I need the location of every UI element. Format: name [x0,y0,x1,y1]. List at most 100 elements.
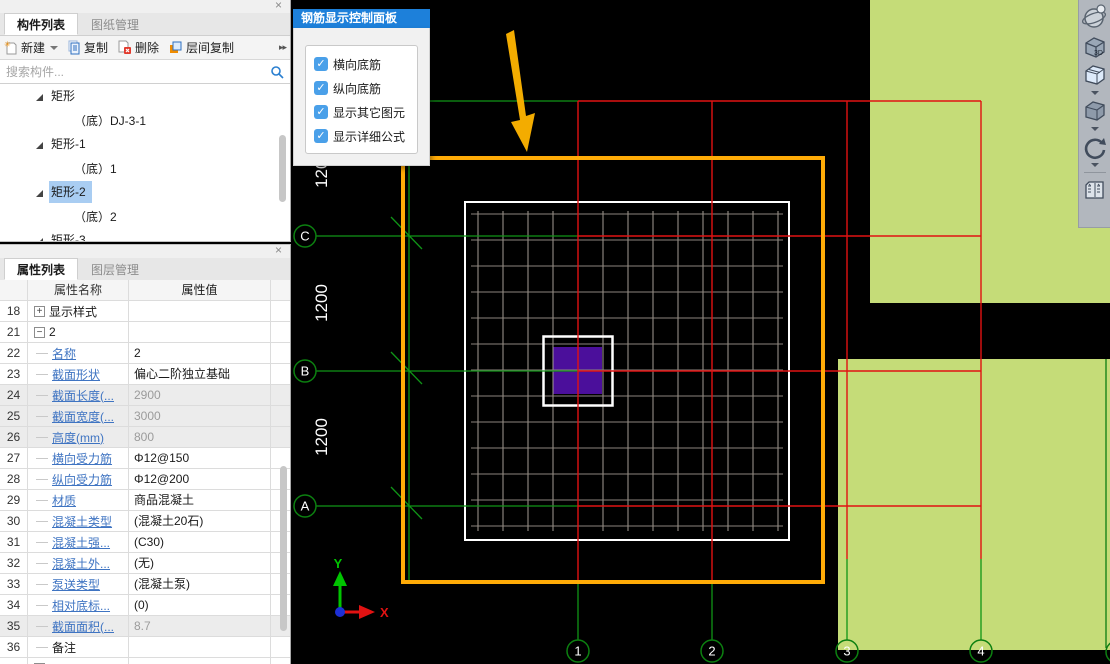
table-row[interactable]: 34 相对底标... (0) [0,595,290,616]
tree-group-row-selected[interactable]: 矩形-2 [0,180,290,204]
checkbox-row-show-detailed-formula[interactable]: ✓ 显示详细公式 [314,124,417,148]
tree-child-label[interactable]: （底）2 [74,208,117,225]
copy-button-label: 复制 [84,41,109,55]
table-row[interactable]: 22 名称 2 [0,343,290,364]
row-number-header [0,280,28,300]
checkbox-row-show-other-elements[interactable]: ✓ 显示其它图元 [314,100,417,124]
chevron-down-icon[interactable] [1090,91,1099,95]
checkbox-checked-icon[interactable]: ✓ [314,57,328,71]
table-row-readonly[interactable]: 25 截面宽度(... 3000 [0,406,290,427]
table-row-readonly[interactable]: 35 截面面积(... 8.7 [0,616,290,637]
tree-group-label[interactable]: 矩形-1 [49,133,92,155]
copy-icon [68,40,80,55]
table-row-readonly[interactable]: 26 高度(mm) 800 [0,427,290,448]
tab-layer-management[interactable]: 图层管理 [78,258,153,280]
copy-button[interactable]: 复制 [67,39,108,56]
tree-line [36,457,48,459]
expand-triangle-icon[interactable] [36,141,43,149]
checkbox-row-vertical-bottom-rebar[interactable]: ✓ 纵向底筋 [314,76,417,100]
close-icon[interactable]: × [275,0,282,12]
tree-child-label[interactable]: （底）1 [74,160,117,177]
floor-copy-button[interactable]: 层间复制 [168,39,234,56]
new-button[interactable]: ✳ 新建 [4,39,59,56]
solid-cube-icon[interactable] [1082,99,1108,125]
table-row[interactable]: 23 截面形状 偏心二阶独立基础 [0,364,290,385]
table-row[interactable]: 21 −2 [0,322,290,343]
search-icon[interactable] [270,65,284,79]
tree-group-row[interactable]: 矩形-1 [0,132,290,156]
chevron-down-icon[interactable] [1090,163,1099,167]
new-button-label: 新建 [21,41,46,55]
tree-line [36,394,48,396]
table-row[interactable]: 28 纵向受力筋 Φ12@200 [0,469,290,490]
table-row[interactable]: 30 混凝土类型 (混凝土20石) [0,511,290,532]
svg-text:✳: ✳ [4,40,11,49]
axis-label-c: C [300,229,309,244]
table-row-clipped[interactable]: + [0,658,290,664]
delete-button[interactable]: 删除 [117,39,159,56]
checkbox-row-horizontal-bottom-rebar[interactable]: ✓ 横向底筋 [314,52,417,76]
toolbar-overflow-button[interactable]: ▸▸ [279,42,287,53]
toolbar-separator [1083,172,1106,173]
table-row-readonly[interactable]: 24 截面长度(... 2900 [0,385,290,406]
tree-line [36,541,48,543]
expand-plus-icon[interactable]: + [34,305,45,317]
tree-line [36,352,48,354]
table-row[interactable]: 33 泵送类型 (混凝土泵) [0,574,290,595]
tree-child-row[interactable]: （底）DJ-3-1 [0,108,290,132]
checkbox-checked-icon[interactable]: ✓ [314,105,328,119]
axis-label-4: 4 [977,644,984,659]
tab-component-list[interactable]: 构件列表 [4,13,79,35]
rebar-panel-title[interactable]: 钢筋显示控制面板 [293,9,430,28]
wireframe-cube-icon[interactable] [1082,63,1108,89]
view-3d-icon[interactable]: 3D [1082,34,1108,60]
delete-icon [118,40,132,54]
property-panel-tabs: 属性列表 图层管理 [0,258,290,281]
tree-line [36,520,48,522]
tree-line [36,415,48,417]
tree-child-row[interactable]: （底）2 [0,204,290,228]
slab-block-bottom-right[interactable] [838,359,1110,650]
checkbox-checked-icon[interactable]: ✓ [314,129,328,143]
table-row[interactable]: 31 混凝土强... (C30) [0,532,290,553]
tree-group-label[interactable]: 矩形 [49,85,81,107]
tree-group-row[interactable]: 矩形 [0,84,290,108]
component-list-panel: × 构件列表 图纸管理 ✳ 新建 复制 删除 层间复制 ▸▸ 搜索构件... 矩… [0,0,291,242]
axis-label-2: 2 [708,644,715,659]
tree-line [36,499,48,501]
rebar-checkbox-group: ✓ 横向底筋 ✓ 纵向底筋 ✓ 显示其它图元 ✓ 显示详细公式 [305,45,418,154]
tree-group-row-clipped[interactable]: 矩形-3 [0,228,290,241]
view-3d-label: 3D [1094,50,1103,57]
rotate-view-icon[interactable] [1082,135,1108,161]
tree-scrollbar-thumb[interactable] [279,135,286,202]
axis-label-1: 1 [574,644,581,659]
collapse-minus-icon[interactable]: − [34,326,45,338]
search-input[interactable] [0,60,265,83]
tree-child-label[interactable]: （底）DJ-3-1 [74,112,146,129]
table-row[interactable]: 29 材质 商品混凝土 [0,490,290,511]
tree-child-row[interactable]: （底）1 [0,156,290,180]
expand-triangle-icon[interactable] [36,189,43,197]
orbit-view-icon[interactable] [1081,3,1108,31]
table-row[interactable]: 32 混凝土外... (无) [0,553,290,574]
floor-copy-icon [170,41,182,53]
calc-settings-panel-icon[interactable] [1082,178,1108,204]
property-scrollbar-thumb[interactable] [280,466,287,631]
table-row[interactable]: 18 + 显示样式 [0,301,290,322]
tree-group-label-selected[interactable]: 矩形-2 [49,181,92,203]
tree-group-label[interactable]: 矩形-3 [49,229,92,241]
table-row[interactable]: 36 备注 [0,637,290,658]
slab-block-top-right[interactable] [870,0,1110,303]
chevron-down-icon[interactable] [1090,127,1099,131]
expand-triangle-icon[interactable] [36,93,43,101]
checkbox-checked-icon[interactable]: ✓ [314,81,328,95]
tab-drawing-management[interactable]: 图纸管理 [78,13,153,35]
expand-triangle-icon[interactable] [36,237,43,241]
axis-label-a: A [301,499,310,514]
chevron-down-icon[interactable] [50,45,59,50]
table-row[interactable]: 27 横向受力筋 Φ12@150 [0,448,290,469]
tab-property-list[interactable]: 属性列表 [4,258,79,280]
close-icon[interactable]: × [275,245,282,257]
tree-line [36,478,48,480]
floor-copy-button-label: 层间复制 [186,41,235,55]
